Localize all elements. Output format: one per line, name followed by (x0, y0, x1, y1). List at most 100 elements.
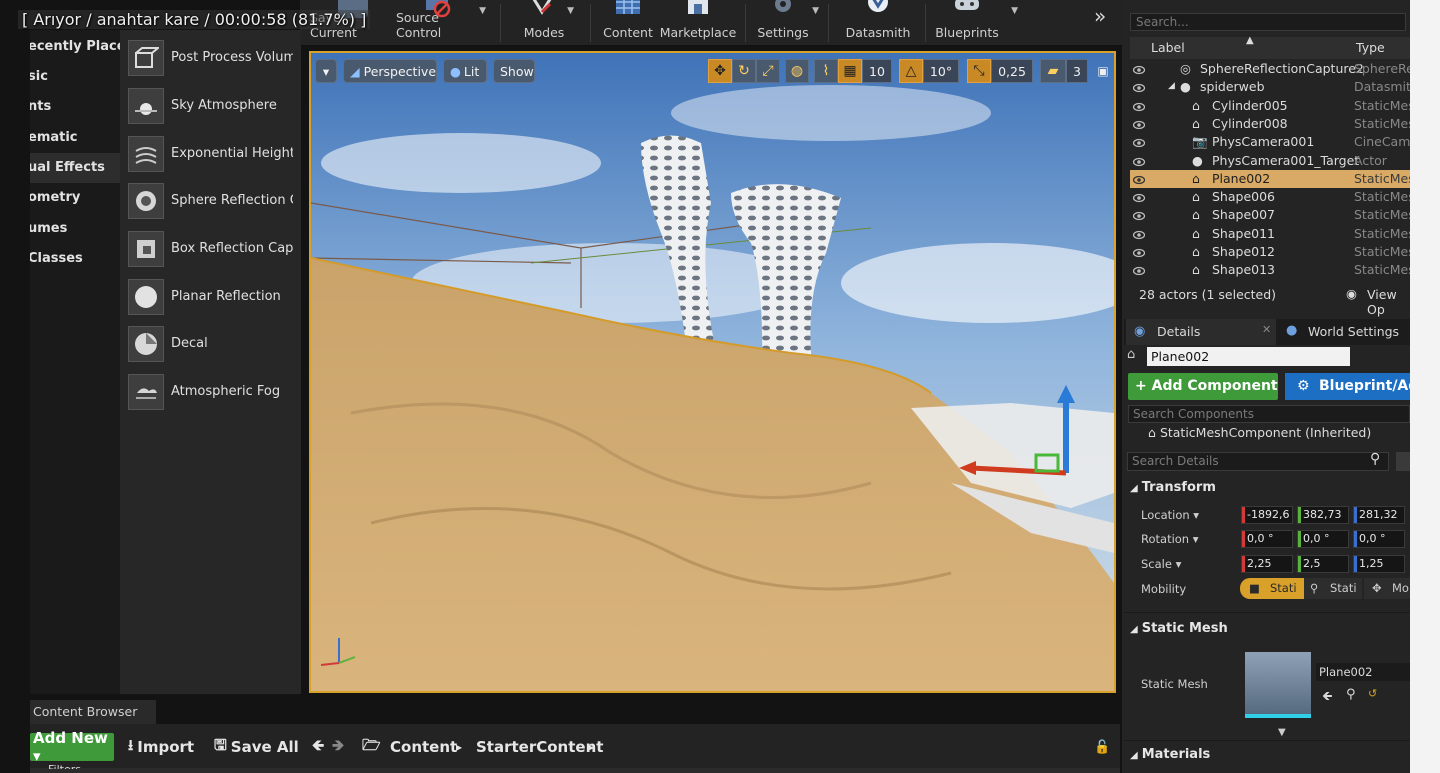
category-recently-placed[interactable]: ecently Placed (30, 32, 120, 62)
category-geometry[interactable]: ometry (30, 183, 120, 213)
visibility-eye-icon[interactable] (1132, 118, 1146, 130)
perspective-button[interactable]: ◢ Perspective (343, 59, 437, 83)
component-tree-item[interactable]: ⌂ StaticMeshComponent (Inherited) (1148, 425, 1371, 440)
scale-x-field[interactable]: 2,25 (1241, 555, 1293, 573)
search-details-input[interactable]: Search Details (1127, 452, 1389, 471)
visibility-eye-icon[interactable] (1132, 81, 1146, 93)
blueprints-button[interactable]: Blueprints ▼ (932, 0, 1018, 46)
grid-snap-value[interactable]: 10 (862, 59, 892, 83)
world-space-icon[interactable]: ◍ (785, 59, 809, 83)
place-item-decal[interactable]: Decal (120, 320, 301, 367)
category-all-classes[interactable]: Classes (30, 244, 120, 274)
location-label[interactable]: Location ▾ (1141, 508, 1199, 522)
category-volumes[interactable]: umes (30, 214, 120, 244)
browse-search-icon[interactable]: ⚲ (1346, 687, 1356, 702)
visibility-eye-icon[interactable] (1132, 136, 1146, 148)
scale-label[interactable]: Scale ▾ (1141, 557, 1181, 571)
visibility-eye-icon[interactable] (1132, 191, 1146, 203)
rotation-label[interactable]: Rotation ▾ (1141, 532, 1199, 546)
actor-name-field[interactable]: Plane002 (1147, 347, 1350, 366)
breadcrumb-separator-icon[interactable]: ▸ (588, 733, 594, 761)
add-component-button[interactable]: + Add Component ▾ (1128, 373, 1278, 421)
place-item-post-process-volume[interactable]: Post Process Volume (120, 34, 301, 81)
outliner-row[interactable]: ⌂ Cylinder008 StaticMesh (1130, 115, 1410, 133)
category-lights[interactable]: nts (30, 92, 120, 122)
scale-z-field[interactable]: 1,25 (1353, 555, 1405, 573)
rotate-mode-icon[interactable]: ↻ (732, 59, 756, 83)
transform-section-header[interactable]: ◢ Transform (1124, 476, 1410, 500)
place-item-sphere-reflection-capture[interactable]: Sphere Reflection Capture (120, 177, 301, 224)
location-z-field[interactable]: 281,32 (1353, 506, 1405, 524)
view-options-button[interactable]: View Op (1367, 287, 1410, 317)
outliner-row[interactable]: ⌂ Shape007 StaticMesh (1130, 206, 1410, 224)
category-basic[interactable]: sic (30, 62, 120, 92)
place-item-box-reflection-capture[interactable]: Box Reflection Capture (120, 225, 301, 272)
visibility-eye-icon[interactable] (1132, 63, 1146, 75)
translate-mode-icon[interactable]: ✥ (708, 59, 732, 83)
use-selected-arrow-icon[interactable]: 🡸 (1322, 687, 1333, 709)
rotation-snap-value[interactable]: 10° (923, 59, 959, 83)
breadcrumb-starter-content[interactable]: StarterContent (476, 733, 603, 761)
place-item-exponential-height-fog[interactable]: Exponential Height Fog (120, 130, 301, 177)
property-matrix-icon[interactable] (1396, 452, 1410, 471)
history-back-icon[interactable]: 🡸 (312, 733, 324, 761)
datasmith-button[interactable]: Datasmith (840, 0, 916, 46)
tab-world-settings[interactable]: ● World Settings (1284, 319, 1410, 345)
save-all-button[interactable]: 🖫 Save All (214, 733, 299, 761)
visibility-eye-icon[interactable] (1132, 264, 1146, 276)
expand-arrow-icon[interactable]: ◢ (1168, 81, 1175, 91)
import-button[interactable]: ⭳ Import (128, 733, 194, 761)
static-mesh-section-header[interactable]: ◢ Static Mesh (1124, 617, 1410, 641)
static-mesh-thumbnail[interactable] (1245, 652, 1311, 718)
close-icon[interactable]: ✕ (1262, 323, 1271, 336)
rotation-x-field[interactable]: 0,0 ° (1241, 530, 1293, 548)
modes-button[interactable]: Modes ▼ (514, 0, 574, 46)
source-control-button[interactable]: Source Control ▼ (396, 0, 486, 46)
search-components-input[interactable]: Search Components (1128, 405, 1410, 423)
outliner-row[interactable]: ◢ ● spiderweb Datasmith (1130, 78, 1410, 96)
toolbar-expand-icon[interactable]: » (1094, 4, 1106, 28)
scale-snap-value[interactable]: 0,25 (991, 59, 1033, 83)
location-x-field[interactable]: -1892,6 (1241, 506, 1293, 524)
outliner-row[interactable]: ⌂ Cylinder005 StaticMesh (1130, 97, 1410, 115)
visibility-eye-icon[interactable] (1132, 209, 1146, 221)
settings-button[interactable]: Settings ▼ (755, 0, 819, 46)
rotation-y-field[interactable]: 0,0 ° (1297, 530, 1349, 548)
expand-down-icon[interactable]: ▼ (1278, 727, 1286, 738)
outliner-row[interactable]: ⌂ Plane002 StaticMesh (1130, 169, 1410, 188)
lit-button[interactable]: ● Lit (443, 59, 487, 83)
place-item-planar-reflection[interactable]: Planar Reflection (120, 273, 301, 320)
camera-speed-value[interactable]: 3 (1066, 59, 1088, 83)
outliner-row[interactable]: ● PhysCamera001_Target Actor (1130, 152, 1410, 170)
grid-snap-icon[interactable]: ▦ (838, 59, 862, 83)
mobility-static-button[interactable]: ■ Stati (1240, 578, 1304, 599)
outliner-row[interactable]: ⌂ Shape006 StaticMesh (1130, 188, 1410, 206)
history-forward-icon[interactable]: 🡺 (332, 733, 344, 761)
mobility-stationary-button[interactable]: ⚲ Stati (1304, 578, 1362, 599)
visibility-eye-icon[interactable] (1132, 155, 1146, 166)
place-item-sky-atmosphere[interactable]: Sky Atmosphere (120, 82, 301, 129)
outliner-row[interactable]: ⌂ Shape012 StaticMesh (1130, 243, 1410, 261)
visibility-eye-icon[interactable] (1132, 100, 1146, 111)
static-mesh-asset-picker[interactable]: Plane002 (1316, 663, 1410, 681)
rotation-snap-icon[interactable]: △ (899, 59, 923, 83)
level-viewport[interactable]: ▾ ◢ Perspective ● Lit Show ✥ ↻ ⤢ ◍ ⌇ ▦ 10 … (309, 51, 1116, 693)
rotation-z-field[interactable]: 0,0 ° (1353, 530, 1405, 548)
surface-snap-icon[interactable]: ⌇ (814, 59, 838, 83)
filters-label[interactable]: Filters (48, 764, 81, 769)
category-cinematic[interactable]: ematic (30, 123, 120, 153)
outliner-row[interactable]: ⌂ Shape011 StaticMesh (1130, 225, 1410, 243)
place-item-atmospheric-fog[interactable]: Atmospheric Fog (120, 368, 301, 415)
category-visual-effects[interactable]: ual Effects (30, 153, 120, 183)
visibility-eye-icon[interactable] (1132, 246, 1146, 258)
materials-section-header[interactable]: ◢ Materials (1124, 743, 1410, 767)
reset-arrow-icon[interactable]: ↺ (1368, 687, 1377, 700)
add-new-button[interactable]: Add New ▾ (30, 729, 114, 765)
show-button[interactable]: Show (493, 59, 535, 83)
maximize-viewport-icon[interactable]: ▣ (1095, 59, 1111, 83)
breadcrumb-content[interactable]: Content (390, 733, 457, 761)
scale-snap-icon[interactable]: ⤡ (967, 59, 991, 83)
mobility-movable-button[interactable]: ✥ Mo (1364, 578, 1410, 599)
lock-icon[interactable]: 🔓 (1094, 733, 1110, 761)
outliner-row[interactable]: ◎ SphereReflectionCapture2SphereRef (1130, 60, 1410, 78)
